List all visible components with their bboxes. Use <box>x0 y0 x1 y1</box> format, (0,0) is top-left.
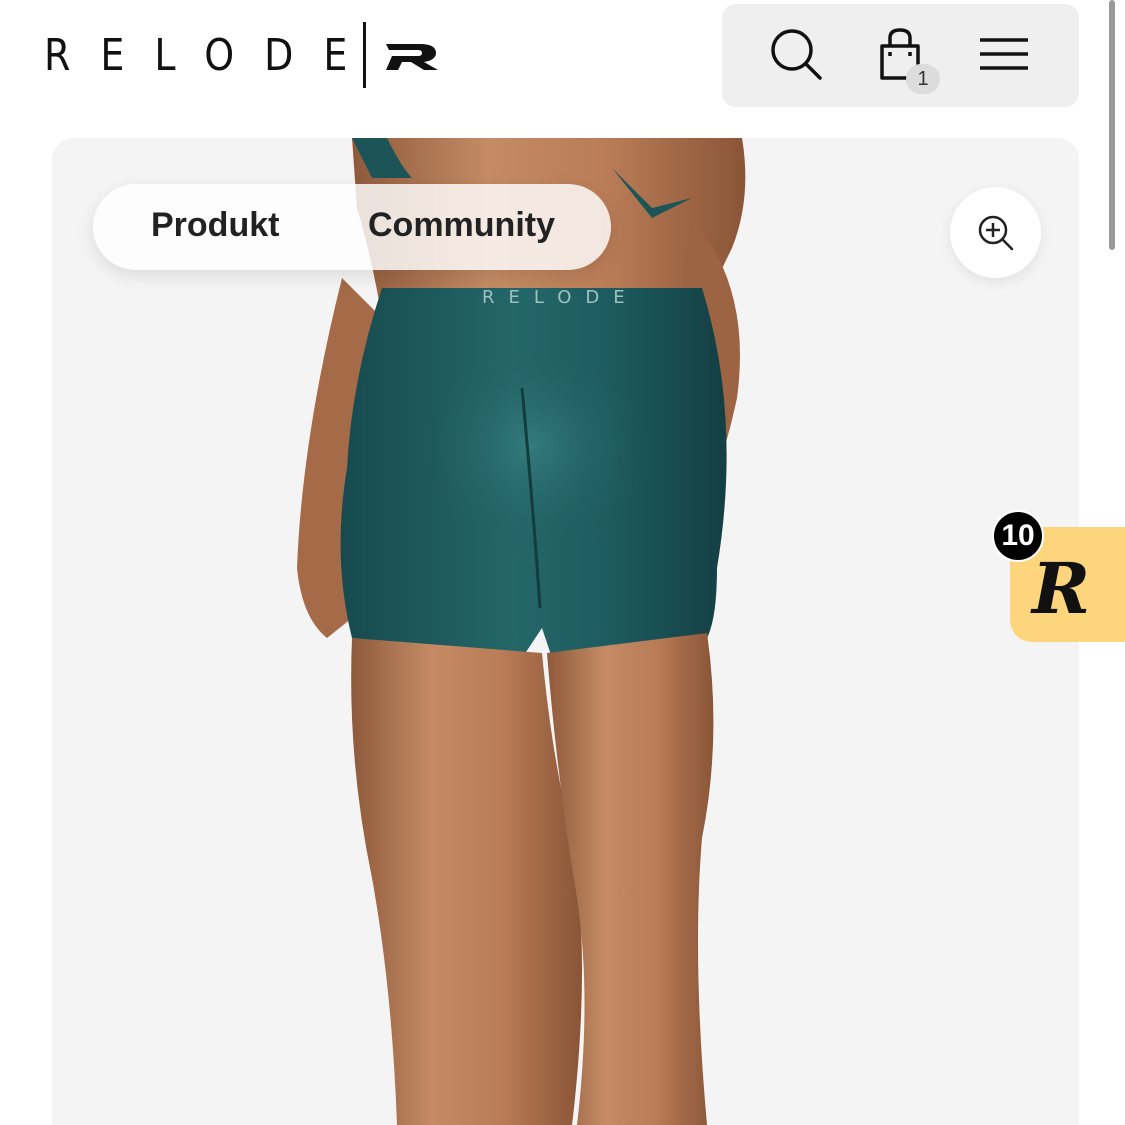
logo-wordmark: RELODE <box>44 29 378 81</box>
waistband-logo-text: RELODE <box>482 287 639 308</box>
product-image-area[interactable]: RELODE <box>52 138 1079 1125</box>
menu-button[interactable] <box>972 22 1036 86</box>
rewards-r-icon: R <box>1032 547 1091 630</box>
product-view-tabs: Produkt Community <box>93 184 611 270</box>
page-scrollbar[interactable] <box>1109 0 1115 250</box>
search-button[interactable] <box>764 22 828 86</box>
zoom-button[interactable] <box>950 187 1041 278</box>
product-photo: RELODE <box>52 138 1079 1125</box>
logo-r-mark-icon <box>386 44 439 70</box>
menu-icon <box>980 38 1028 70</box>
tab-produkt[interactable]: Produkt <box>151 206 279 245</box>
tab-community[interactable]: Community <box>368 206 555 245</box>
rewards-count-badge: 10 <box>992 510 1044 562</box>
cart-count-badge: 1 <box>906 64 940 94</box>
relode-logo[interactable]: RELODE <box>44 20 440 90</box>
site-header: RELODE 1 <box>0 0 1125 120</box>
search-icon <box>771 29 822 80</box>
zoom-in-icon <box>978 215 1013 250</box>
